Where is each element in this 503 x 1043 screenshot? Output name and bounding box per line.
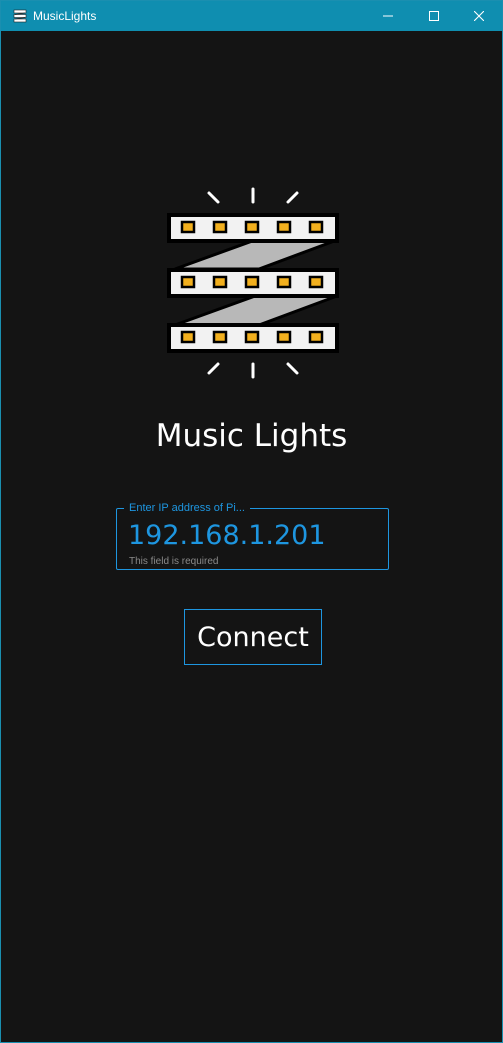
app-heading: Music Lights xyxy=(155,418,348,454)
app-icon xyxy=(13,9,27,23)
close-icon xyxy=(474,11,484,21)
ip-field-helper-text: This field is required xyxy=(129,556,219,567)
title-bar[interactable]: MusicLights xyxy=(1,1,502,31)
ip-address-input[interactable] xyxy=(128,518,378,552)
app-window: MusicLights Music Lights Enter IP addres… xyxy=(0,0,503,1043)
maximize-button[interactable] xyxy=(411,1,457,31)
main-content: Music Lights Enter IP address of Pi... T… xyxy=(1,31,502,1042)
connect-button[interactable]: Connect xyxy=(184,609,322,665)
minimize-icon xyxy=(383,11,393,21)
led-strip-icon xyxy=(161,184,345,382)
ip-address-field[interactable]: Enter IP address of Pi... This field is … xyxy=(116,501,389,570)
minimize-button[interactable] xyxy=(365,1,411,31)
close-button[interactable] xyxy=(456,1,502,31)
window-title: MusicLights xyxy=(33,9,97,23)
ip-field-label: Enter IP address of Pi... xyxy=(124,501,250,515)
maximize-icon xyxy=(429,11,439,21)
